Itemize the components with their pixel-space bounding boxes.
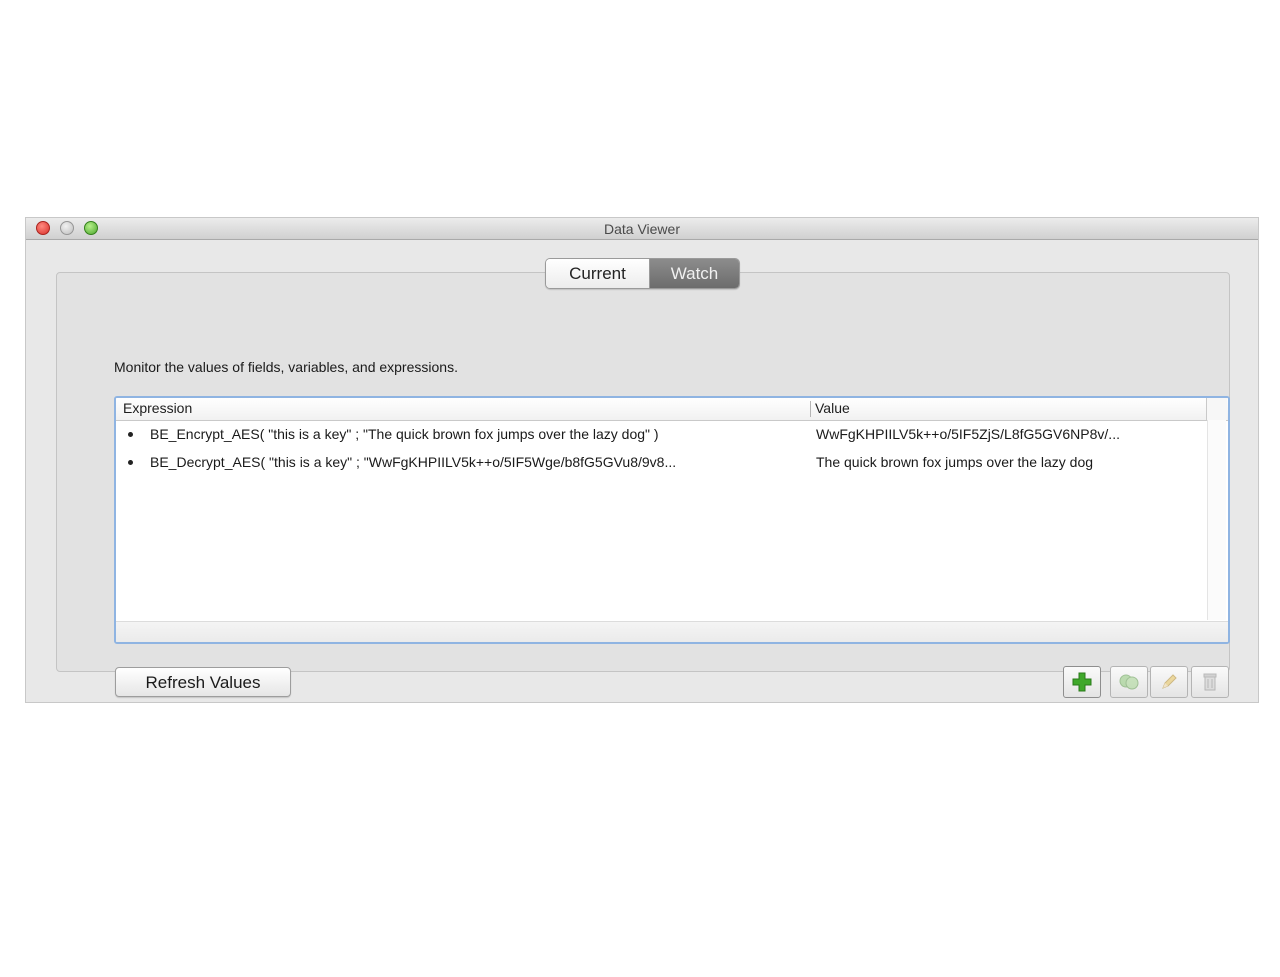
duplicate-expression-button[interactable]	[1110, 666, 1148, 698]
table-row[interactable]: BE_Decrypt_AES( "this is a key" ; "WwFgK…	[116, 451, 1208, 475]
data-viewer-window: Data Viewer Monitor the values of fields…	[26, 218, 1258, 702]
delete-expression-button[interactable]	[1191, 666, 1229, 698]
vertical-scrollbar[interactable]	[1207, 420, 1226, 620]
tab-watch[interactable]: Watch	[650, 259, 739, 288]
horizontal-scrollbar[interactable]	[116, 621, 1228, 642]
view-tabs: Current Watch	[545, 258, 740, 289]
tab-current[interactable]: Current	[546, 259, 650, 288]
add-icon	[1072, 672, 1092, 692]
expression-cell[interactable]: BE_Decrypt_AES( "this is a key" ; "WwFgK…	[150, 454, 800, 470]
expression-cell[interactable]: BE_Encrypt_AES( "this is a key" ; "The q…	[150, 426, 800, 442]
table-header: Expression Value	[116, 398, 1228, 421]
column-header-expression[interactable]: Expression	[123, 400, 192, 416]
add-expression-button[interactable]	[1063, 666, 1101, 698]
column-header-value[interactable]: Value	[815, 400, 850, 416]
title-bar: Data Viewer	[26, 218, 1258, 240]
row-bullet-icon	[128, 432, 133, 437]
edit-expression-button[interactable]	[1150, 666, 1188, 698]
value-cell[interactable]: WwFgKHPIILV5k++o/5IF5ZjS/L8fG5GV6NP8v/..…	[816, 426, 1198, 442]
panel-description: Monitor the values of fields, variables,…	[114, 359, 458, 375]
duplicate-icon	[1119, 674, 1139, 690]
window-title: Data Viewer	[603, 221, 680, 237]
header-corner	[1206, 398, 1227, 420]
watch-panel: Monitor the values of fields, variables,…	[56, 272, 1230, 698]
watch-table[interactable]: Expression Value BE_Encrypt_AES( "this i…	[114, 396, 1230, 644]
table-row[interactable]: BE_Encrypt_AES( "this is a key" ; "The q…	[116, 423, 1208, 447]
delete-trash-icon	[1203, 673, 1217, 691]
edit-pencil-icon	[1162, 674, 1177, 689]
value-cell[interactable]: The quick brown fox jumps over the lazy …	[816, 454, 1198, 470]
row-bullet-icon	[128, 460, 133, 465]
refresh-values-button[interactable]: Refresh Values	[115, 667, 291, 697]
column-divider[interactable]	[810, 401, 811, 417]
